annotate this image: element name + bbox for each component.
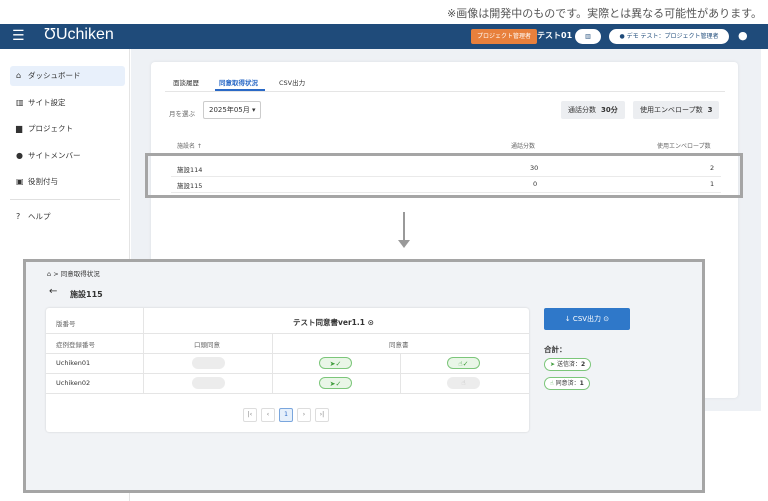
folder-icon: ▆ bbox=[16, 124, 23, 133]
down-arrow-icon bbox=[398, 240, 410, 248]
role-badge: プロジェクト管理者 bbox=[471, 29, 538, 44]
row-divider bbox=[46, 333, 529, 334]
pager-next-button[interactable]: › bbox=[297, 408, 311, 422]
row-divider bbox=[46, 353, 529, 354]
disclaimer-note: ※画像は開発中のものです。実際とは異なる可能性があります。 bbox=[446, 7, 762, 20]
sent-check-chip[interactable]: ➤✓ bbox=[319, 377, 352, 389]
home-icon: ⌂ bbox=[16, 71, 22, 80]
sidebar-item-help[interactable]: ? ヘルプ bbox=[10, 207, 125, 227]
hand-icon: ☝ bbox=[550, 380, 554, 387]
column-divider bbox=[272, 333, 273, 393]
user-menu-button[interactable]: ● デモ テスト：プロジェクト管理者 bbox=[609, 29, 729, 44]
tab-consent-status[interactable]: 同意取得状況 bbox=[219, 77, 258, 87]
project-name[interactable]: テスト01 bbox=[537, 30, 572, 41]
agreed-pending-chip: ☝ bbox=[447, 377, 480, 389]
logo-mark-icon: Ʊ bbox=[44, 26, 56, 43]
total-label: 合計： bbox=[544, 345, 567, 354]
oral-consent-chip bbox=[192, 377, 225, 389]
sidebar-divider bbox=[10, 199, 120, 200]
column-divider bbox=[143, 308, 144, 333]
table-highlight-frame bbox=[145, 153, 743, 198]
envelope-count-stat: 使用エンベロープ数 3 bbox=[633, 101, 720, 119]
column-header-version: 版番号 bbox=[56, 320, 76, 328]
sidebar-item-dashboard[interactable]: ⌂ ダッシュボード bbox=[10, 66, 125, 86]
sidebar-item-site-members[interactable]: ● サイトメンバー bbox=[10, 146, 125, 166]
column-header-facility[interactable]: 施設名 ↑ bbox=[177, 141, 202, 150]
call-minutes-stat: 通話分数 30分 bbox=[561, 101, 625, 119]
page-title: 施設115 bbox=[70, 290, 103, 299]
pager-page-1[interactable]: 1 bbox=[279, 408, 293, 422]
active-tab-indicator bbox=[215, 89, 265, 91]
send-icon: ➤ bbox=[550, 361, 556, 368]
account-icon[interactable]: ● bbox=[738, 29, 748, 42]
sidebar-item-site-settings[interactable]: ▥ サイト設定 bbox=[10, 93, 125, 113]
column-header-oral-consent: 口頭同意 bbox=[194, 341, 220, 349]
column-divider bbox=[143, 333, 144, 393]
building-icon: ▥ bbox=[585, 33, 591, 40]
app-logo: ƱUchiken bbox=[44, 26, 114, 43]
month-label: 月を選ぶ bbox=[169, 110, 195, 118]
tab-divider bbox=[165, 91, 725, 92]
column-header-case-id: 症例登録番号 bbox=[56, 341, 95, 349]
column-header-envelopes: 使用エンベロープ数 bbox=[657, 143, 711, 150]
person-icon: ● bbox=[619, 33, 625, 40]
document-title[interactable]: テスト同意書ver1.1 ⊙ bbox=[293, 317, 374, 328]
badge-icon: ▣ bbox=[16, 177, 24, 186]
building-button[interactable]: ▥ bbox=[575, 29, 601, 44]
sidebar-item-role-assign[interactable]: ▣ 役割付与 bbox=[10, 172, 125, 192]
oral-consent-chip bbox=[192, 357, 225, 369]
table-cell-case-id: Uchiken02 bbox=[56, 379, 91, 387]
column-header-call-minutes: 通話分数 bbox=[511, 143, 536, 150]
sent-total-chip: ➤ 送信済：2 bbox=[544, 358, 592, 371]
menu-icon[interactable]: ☰ bbox=[12, 28, 25, 44]
breadcrumb[interactable]: ⌂ > 同意取得状況 bbox=[47, 268, 100, 278]
back-arrow-icon[interactable]: ← bbox=[49, 286, 57, 297]
help-icon: ? bbox=[16, 212, 21, 221]
sidebar-item-project[interactable]: ▆ プロジェクト bbox=[10, 119, 125, 139]
table-cell-case-id: Uchiken01 bbox=[56, 359, 91, 367]
tab-csv-export[interactable]: CSV出力 bbox=[279, 77, 305, 87]
agreed-total-chip: ☝ 同意済：1 bbox=[544, 377, 590, 390]
pager-prev-button[interactable]: ‹ bbox=[261, 408, 275, 422]
top-bar: ☰ ƱUchiken プロジェクト管理者 テスト01 ▥ ● デモ テスト：プロ… bbox=[0, 24, 768, 49]
facility-detail-panel: ⌂ > 同意取得状況 ← 施設115 版番号 テスト同意書ver1.1 ⊙ 症例… bbox=[23, 259, 705, 493]
row-divider bbox=[46, 373, 529, 374]
csv-export-button[interactable]: ↓ CSV出力 ⊙ bbox=[544, 308, 630, 330]
agreed-check-chip[interactable]: ☝✓ bbox=[447, 357, 480, 369]
person-icon: ● bbox=[16, 151, 23, 160]
pager-first-button[interactable]: |‹ bbox=[243, 408, 257, 422]
month-select[interactable]: 2025年05月 ▾ bbox=[203, 101, 261, 119]
building-icon: ▥ bbox=[16, 98, 24, 107]
pager-last-button[interactable]: ›| bbox=[315, 408, 329, 422]
sent-check-chip[interactable]: ➤✓ bbox=[319, 357, 352, 369]
tab-interview-history[interactable]: 面談履歴 bbox=[173, 77, 199, 87]
consent-detail-table: 版番号 テスト同意書ver1.1 ⊙ 症例登録番号 口頭同意 同意書 Uchik… bbox=[46, 308, 529, 432]
row-divider bbox=[46, 393, 529, 394]
column-header-consent-form: 同意書 bbox=[389, 341, 409, 349]
